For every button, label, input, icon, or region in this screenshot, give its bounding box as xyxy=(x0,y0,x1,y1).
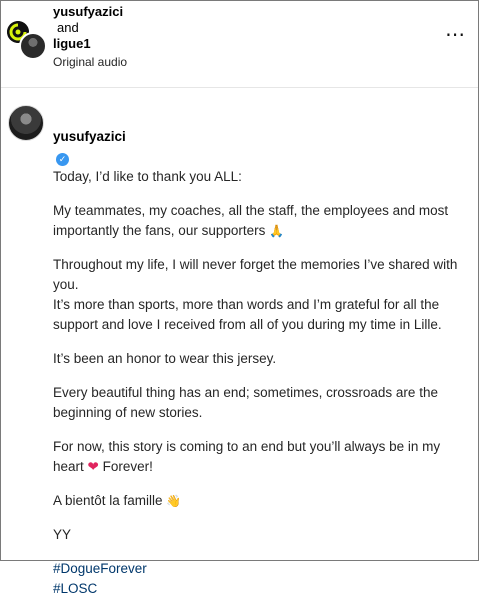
audio-label[interactable]: Original audio xyxy=(53,54,127,70)
caption-username[interactable]: yusufyazici xyxy=(53,129,126,144)
caption-section: yusufyazici ✓ Today, I’d like to thank y… xyxy=(1,88,478,596)
verified-badge-icon: ✓ xyxy=(56,153,69,166)
caption-paragraph: A bientôt la famille 👋 xyxy=(53,491,469,511)
caption-text: My teammates, my coaches, all the staff,… xyxy=(53,203,449,238)
caption-paragraph: Throughout my life, I will never forget … xyxy=(53,257,458,332)
caption-intro: Today, I’d like to thank you ALL: xyxy=(53,169,242,184)
post-header: yusufyazici and ligue1 Original audio ⋯ xyxy=(1,1,478,88)
hashtags: #DogueForever #LOSC xyxy=(53,559,469,599)
caption-paragraph: For now, this story is coming to an end … xyxy=(53,437,469,477)
caption-first-line: yusufyazici ✓ Today, I’d like to thank y… xyxy=(53,107,469,187)
caption-body: yusufyazici ✓ Today, I’d like to thank y… xyxy=(53,107,469,599)
caption-paragraph: Every beautiful thing has an end; someti… xyxy=(53,385,438,420)
header-username-1[interactable]: yusufyazici xyxy=(53,4,127,20)
hashtag-link[interactable]: #DogueForever xyxy=(53,559,469,579)
caption-paragraph: My teammates, my coaches, all the staff,… xyxy=(53,201,469,241)
hashtag-link[interactable]: #LOSC xyxy=(53,579,469,599)
caption-text: Forever! xyxy=(102,459,153,474)
header-and-text: and xyxy=(57,20,79,35)
yusufyazici-avatar[interactable] xyxy=(19,32,47,60)
collab-avatars[interactable] xyxy=(7,21,47,60)
praying-hands-icon: 🙏 xyxy=(269,224,285,238)
more-options-icon[interactable]: ⋯ xyxy=(445,25,466,45)
header-names: yusufyazici and ligue1 Original audio xyxy=(53,4,127,70)
heart-icon: ❤ xyxy=(87,459,99,474)
post-frame: yusufyazici and ligue1 Original audio ⋯ … xyxy=(0,0,479,596)
caption-paragraph: It’s been an honor to wear this jersey. xyxy=(53,351,277,366)
caption-avatar[interactable] xyxy=(8,105,44,141)
caption-paragraph: YY xyxy=(53,527,72,542)
caption-text: A bientôt la famille xyxy=(53,493,163,508)
waving-hand-icon: 👋 xyxy=(166,494,182,508)
header-username-2[interactable]: ligue1 xyxy=(53,36,127,52)
